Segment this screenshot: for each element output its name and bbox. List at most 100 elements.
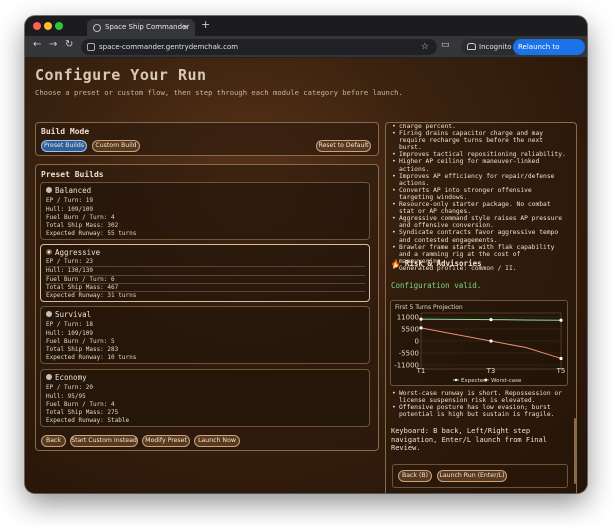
launch-now-button[interactable]: Launch Now [194,435,240,447]
preset-card-survival[interactable]: Survival EP / Turn: 18 Hull: 109/109 Fue… [40,306,370,364]
close-window-icon[interactable] [33,22,41,30]
page-title: Configure Your Run [35,66,207,84]
preset-hull: Hull: 109/109 [46,330,93,337]
build-mode-title: Build Mode [41,127,90,136]
x-tick-label: T1 [416,367,426,375]
data-point [559,356,563,361]
x-tick-label: T3 [486,367,496,375]
preset-fuel: Fuel Burn / Turn: 4 [46,214,115,221]
summary-bullet: Syndicate contracts favor aggressive tem… [391,229,569,243]
y-tick-label: -11000 [394,362,419,370]
legend-marker [484,378,488,382]
review-panel-content: charge percent.Firing drains capacitor c… [387,124,575,493]
minimize-window-icon[interactable] [44,22,52,30]
series-line-worst-case [420,327,562,359]
preset-name-text: Economy [55,373,87,382]
globe-icon [93,24,101,32]
back-button[interactable]: Back [41,435,66,447]
data-point [419,317,423,321]
browser-toolbar: ← → ↻ space-commander.gentrydemchak.com … [25,36,587,67]
risk-bullet: Offensive posture has low evasion; burst… [391,404,569,418]
x-tick-label: T5 [556,367,566,375]
preset-hull: Hull: 130/130 [46,267,93,274]
page-content: Configure Your Run Choose a preset or cu… [25,58,587,493]
reset-default-button[interactable]: Reset to Default [316,140,371,152]
review-actions: Back (B) Launch Run (Enter/L) [392,464,568,488]
preset-ep: EP / Turn: 18 [46,321,93,328]
preset-builds-panel: Preset Builds Balanced EP / Turn: 19 Hul… [35,164,379,451]
preset-ep: EP / Turn: 19 [46,197,93,204]
keyboard-hint: Keyboard: B back, Left/Right step naviga… [391,427,547,452]
browser-tab[interactable]: Space Ship Commander ✕ [87,19,195,36]
preset-runway: Expected Runway: Stable [46,417,130,424]
summary-bullet: Improves tactical repositioning reliabil… [391,151,569,158]
radio-icon [46,187,52,193]
validity-status: Configuration valid. [391,281,482,290]
preset-ep: EP / Turn: 23 [46,258,93,265]
preset-runway: Expected Runway: 10 turns [46,354,137,361]
relaunch-button[interactable]: Relaunch to update ⋮ [513,39,585,67]
data-point [419,326,423,330]
preset-name-text: Balanced [55,186,92,195]
legend-label: Worst-case [491,378,522,384]
bookmark-star-icon[interactable]: ☆ [421,39,429,55]
custom-build-button[interactable]: Custom Build [92,140,140,152]
address-bar[interactable]: space-commander.gentrydemchak.com ☆ [81,39,437,55]
preset-builds-button[interactable]: Preset Builds [41,140,87,152]
risk-heading: 🔥 Risk & Advisories [391,259,482,268]
preset-name-text: Aggressive [55,248,101,257]
site-info-icon[interactable] [87,43,95,51]
summary-bullet: Resource-only starter package. No combat… [391,201,569,215]
incognito-icon [467,43,476,50]
preset-hull: Hull: 109/109 [46,206,93,213]
preset-name-text: Survival [55,310,92,319]
summary-bullet: Converts AP into stronger offensive targ… [391,187,569,201]
preset-card-aggressive[interactable]: Aggressive EP / Turn: 23 Hull: 130/130 F… [40,244,370,302]
radio-icon [46,249,52,255]
summary-bullet: Higher AP ceiling for maneuver-linked ac… [391,158,569,172]
preset-runway: Expected Runway: 55 turns [46,230,137,237]
risk-heading-text: Risk & Advisories [404,259,482,268]
radio-icon [46,374,52,380]
preset-name: Aggressive [46,248,100,257]
legend-label: Expected [461,378,487,384]
preset-card-economy[interactable]: Economy EP / Turn: 20 Hull: 95/95 Fuel B… [40,369,370,427]
data-point [489,339,493,343]
risk-bullet: Worst-case runway is short. Repossession… [391,390,569,404]
preset-hull: Hull: 95/95 [46,393,86,400]
flame-icon: 🔥 [391,259,401,268]
launch-run-button[interactable]: Launch Run (Enter/L) [437,470,507,482]
preset-runway: Expected Runway: 31 turns [46,292,137,299]
close-tab-icon[interactable]: ✕ [182,19,189,36]
forward-arrow-icon[interactable]: → [49,39,57,50]
summary-bullet: Aggressive command style raises AP press… [391,215,569,229]
incognito-indicator[interactable]: Incognito [461,39,520,55]
modify-preset-button[interactable]: Modify Preset [142,435,190,447]
browser-window: Space Ship Commander ✕ + ← → ↻ space-com… [25,16,587,493]
page-subtitle: Choose a preset or custom flow, then ste… [35,88,403,97]
new-tab-icon[interactable]: + [201,18,210,31]
start-custom-button[interactable]: Start Custom Instead [70,435,138,447]
loadout-summary-list: charge percent.Firing drains capacitor c… [391,124,569,272]
preset-name: Economy [46,373,87,382]
url-text: space-commander.gentrydemchak.com [99,43,239,51]
summary-bullet: Improves AP efficiency for repair/defens… [391,173,569,187]
preset-fuel: Fuel Burn / Turn: 4 [46,401,115,408]
maximize-window-icon[interactable] [55,22,63,30]
preset-fuel: Fuel Burn / Turn: 5 [46,338,115,345]
preset-name: Balanced [46,186,91,195]
legend-marker [454,378,458,382]
preset-builds-title: Preset Builds [41,170,104,179]
cast-icon[interactable]: ▭ [441,40,450,50]
projection-chart-svg: 11000 5500 0 -5500 -11000T1 T3 T5 Expected Worst… [394,312,566,384]
y-tick-label: 11000 [397,314,419,322]
incognito-label: Incognito [479,43,512,51]
preset-card-balanced[interactable]: Balanced EP / Turn: 19 Hull: 109/109 Fue… [40,182,370,240]
preset-mass: Total Ship Mass: 275 [46,409,119,416]
summary-bullet: Firing drains capacitor charge and may r… [391,130,569,151]
back-arrow-icon[interactable]: ← [33,39,41,50]
review-scrollbar[interactable] [574,418,576,484]
preset-mass: Total Ship Mass: 283 [46,346,119,353]
reload-icon[interactable]: ↻ [65,39,73,50]
review-back-button[interactable]: Back (B) [398,470,432,482]
